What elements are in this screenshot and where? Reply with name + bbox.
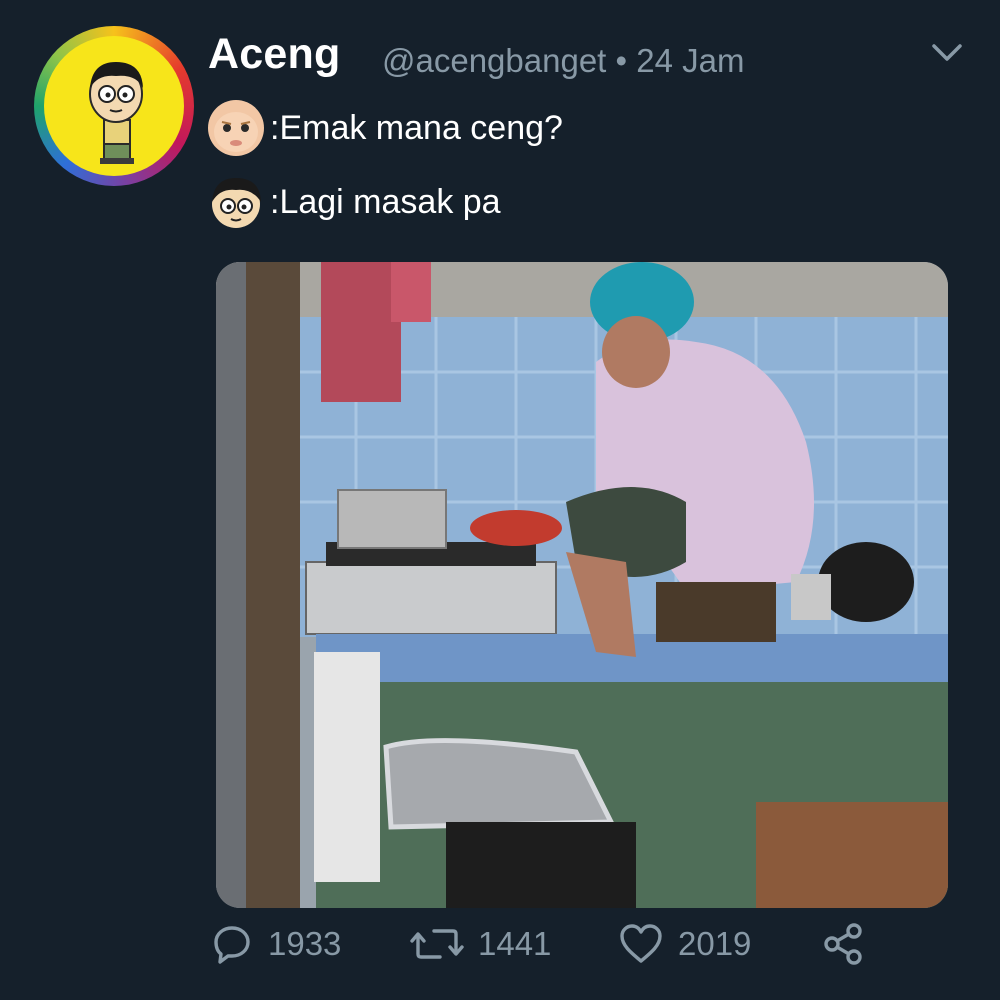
display-name[interactable]: Aceng [208, 30, 340, 79]
like-button[interactable]: 2019 [618, 918, 751, 970]
handle-and-time[interactable]: @acengbanget • 24 Jam [382, 42, 744, 80]
avatar-image [44, 36, 184, 176]
reply-count: 1933 [268, 925, 342, 962]
heart-icon [620, 924, 662, 963]
kitchen-photo [216, 262, 948, 908]
reply-icon [214, 926, 250, 964]
chevron-down-icon[interactable] [930, 40, 964, 64]
tweet-line-1-text: :Emak mana ceng? [270, 108, 563, 147]
cartoon-boy-emoji-icon [212, 178, 261, 228]
tweet-line-2-text: :Lagi masak pa [270, 182, 501, 221]
baby-boss-emoji-icon [208, 100, 264, 156]
retweet-count: 1441 [478, 925, 552, 962]
share-button[interactable] [820, 918, 880, 970]
like-count: 2019 [678, 925, 752, 962]
profile-avatar[interactable] [34, 26, 194, 186]
tweet-actions: 1933 1441 2019 [210, 918, 890, 970]
reply-button[interactable]: 1933 [210, 918, 341, 970]
retweet-button[interactable]: 1441 [410, 918, 551, 970]
retweet-icon [410, 929, 464, 959]
tweet-line-1: :Emak mana ceng? [206, 98, 563, 158]
tweet-photo[interactable] [216, 262, 948, 908]
share-icon [824, 923, 862, 965]
tweet-line-2: :Lagi masak pa [206, 172, 501, 232]
cartoon-character-icon [89, 62, 143, 164]
